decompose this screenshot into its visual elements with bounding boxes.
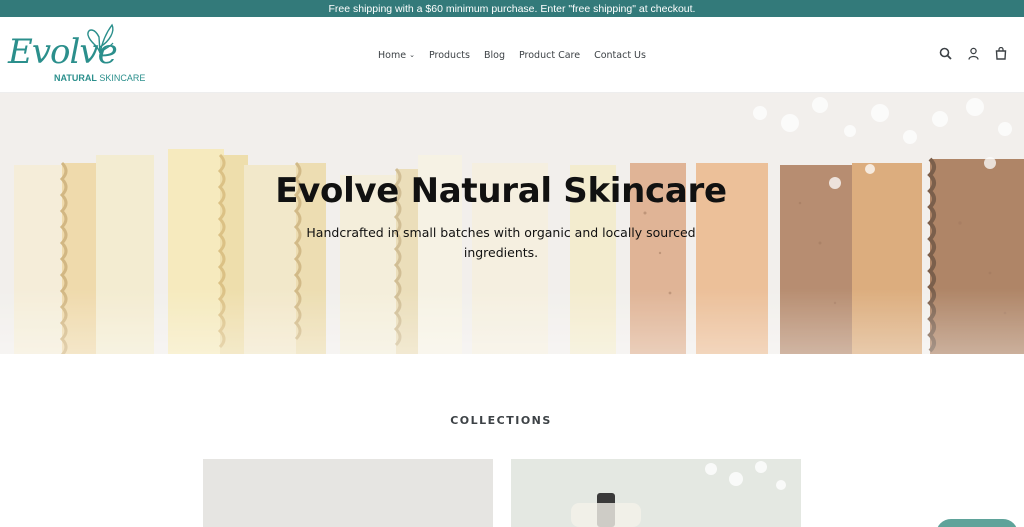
logo-name: Evolve	[8, 32, 118, 72]
hero-banner: Evolve Natural Skincare Handcrafted in s…	[0, 93, 1024, 354]
nav-item-label: Home	[378, 49, 407, 61]
account-icon[interactable]	[966, 45, 980, 61]
nav-item-contact-us[interactable]: Contact Us	[594, 50, 646, 61]
logo[interactable]: Evolve NATURAL SKINCARE	[6, 23, 145, 87]
header-icons	[938, 45, 1008, 61]
main-nav: Home ⌄ Products Blog Product Care Contac…	[0, 17, 1024, 93]
nav-item-label: Contact Us	[594, 49, 646, 61]
chevron-down-icon: ⌄	[409, 51, 415, 59]
collection-card[interactable]	[511, 459, 801, 527]
nav-item-products[interactable]: Products	[429, 50, 470, 61]
collections-heading: COLLECTIONS	[450, 414, 552, 427]
site-header: Evolve NATURAL SKINCARE Home ⌄ Products …	[0, 17, 1024, 93]
cart-icon[interactable]	[994, 45, 1008, 61]
collection-image	[203, 459, 493, 527]
nav-item-label: Product Care	[518, 49, 581, 61]
hero-title: Evolve Natural Skincare	[275, 171, 727, 211]
nav-item-product-care[interactable]: Product Care	[519, 50, 580, 61]
announcement-text: Free shipping with a $60 minimum purchas…	[328, 2, 696, 15]
announcement-bar: Free shipping with a $60 minimum purchas…	[0, 0, 1024, 17]
hero-subtitle: Handcrafted in small batches with organi…	[306, 225, 696, 260]
search-icon[interactable]	[938, 45, 952, 61]
logo-tagline: NATURAL SKINCARE	[54, 73, 145, 83]
collection-card[interactable]	[203, 459, 493, 527]
nav-item-label: Blog	[483, 49, 505, 61]
nav-item-label: Products	[428, 49, 470, 61]
nav-item-home[interactable]: Home ⌄	[378, 50, 415, 61]
collection-image	[511, 459, 801, 527]
logo-tagline-bold: NATURAL	[54, 73, 97, 83]
nav-item-blog[interactable]: Blog	[484, 50, 505, 61]
logo-tagline-rest: SKINCARE	[96, 73, 146, 83]
chat-button[interactable]	[936, 519, 1018, 527]
